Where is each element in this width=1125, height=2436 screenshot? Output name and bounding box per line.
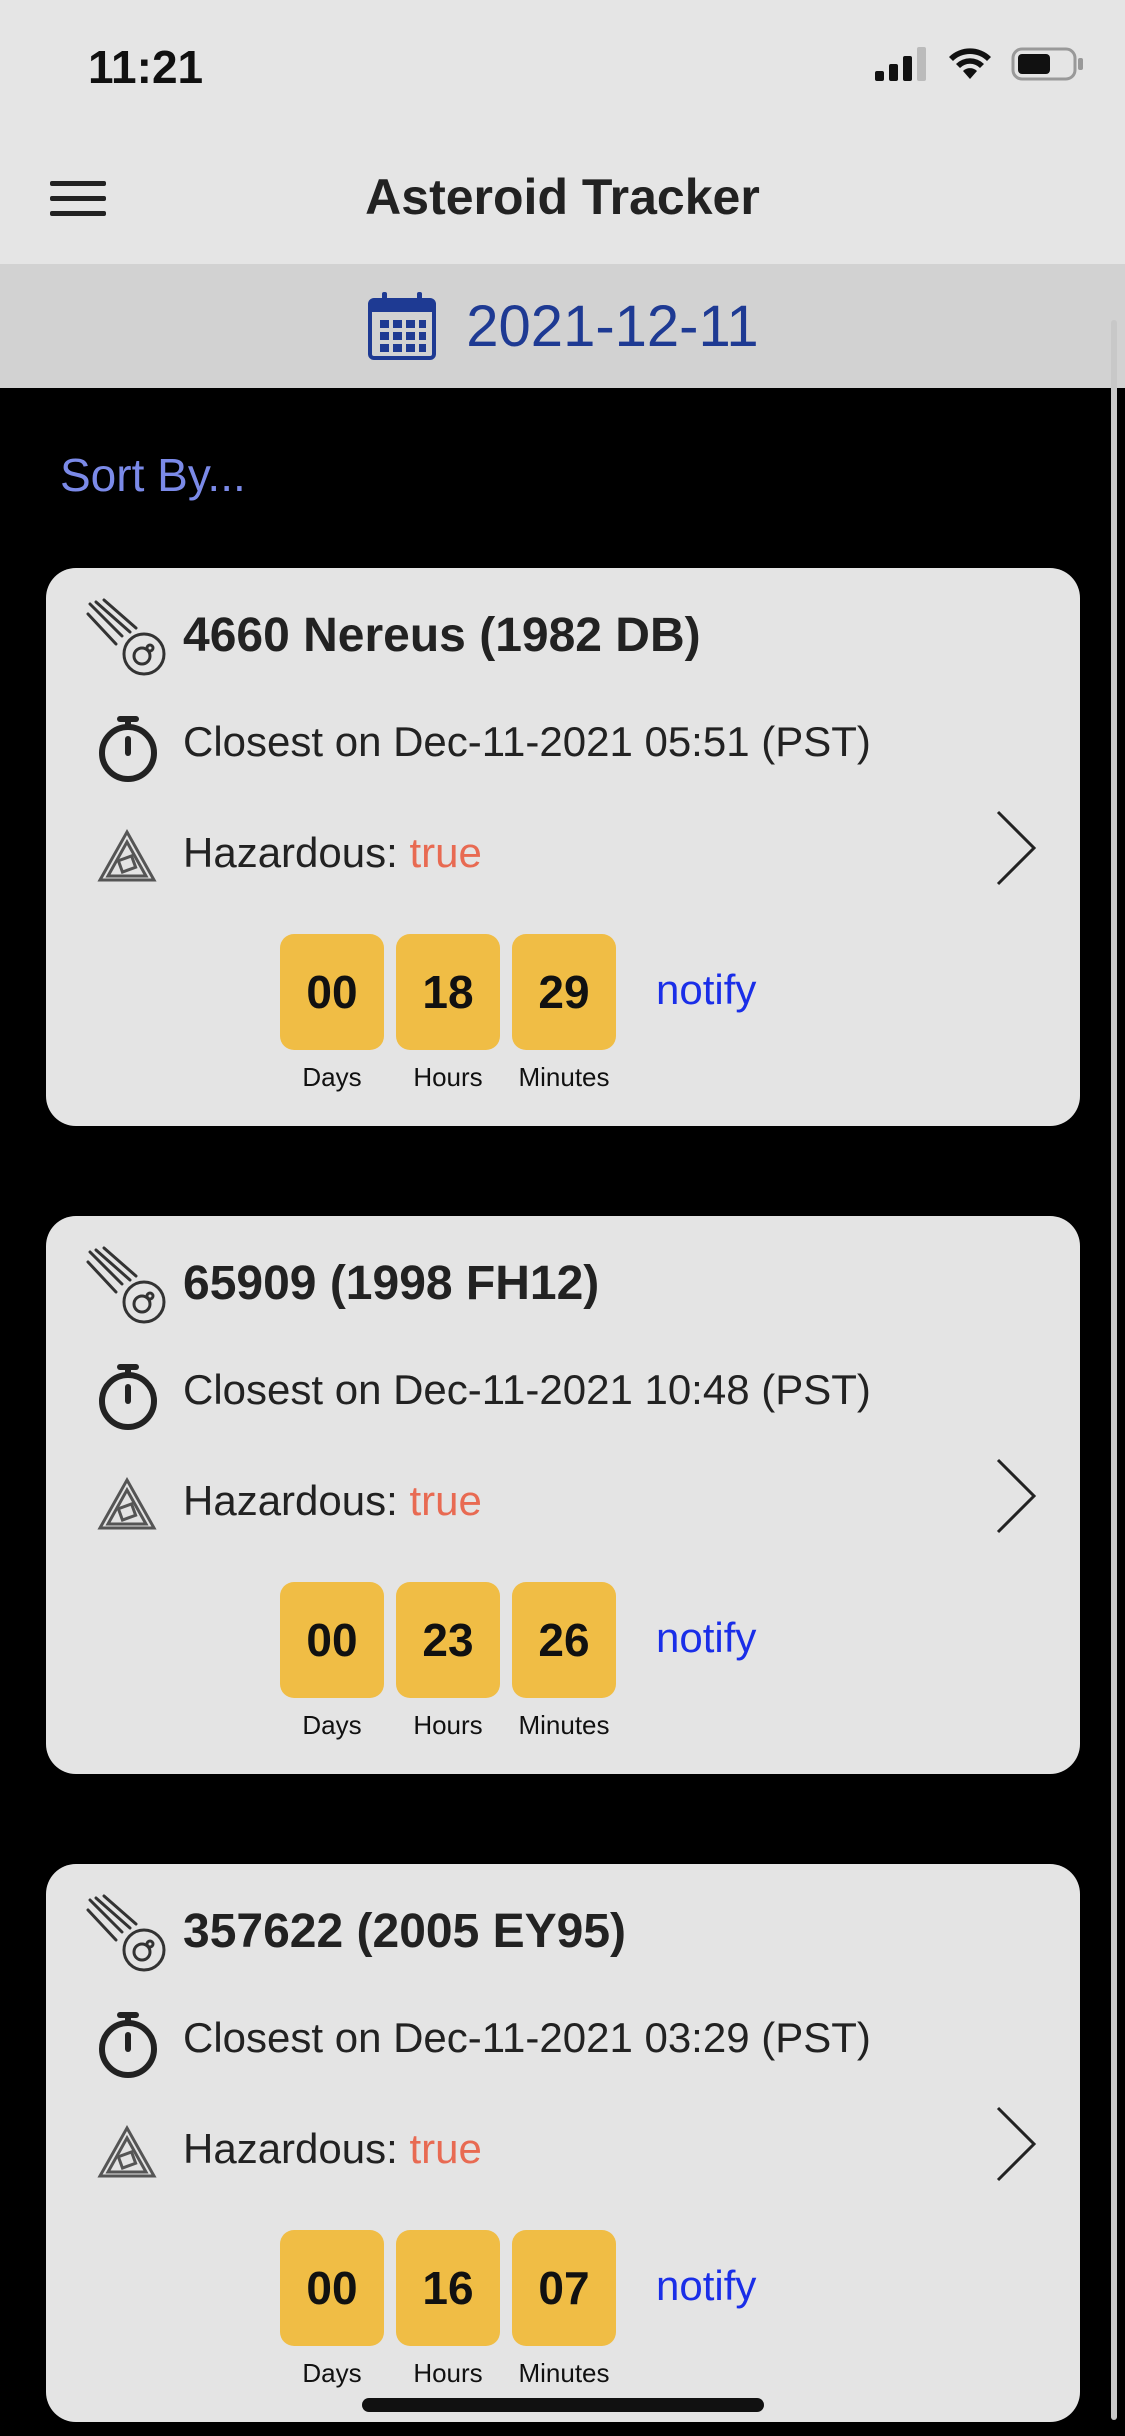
hours-label: Hours [413, 2358, 483, 2388]
hazardous-label: Hazardous: [183, 829, 410, 876]
warning-triangle-icon [97, 2124, 157, 2178]
minutes-value: 07 [512, 2230, 616, 2346]
countdown: 00 Days 16 Hours 07 Minutes [280, 2230, 616, 2389]
scrollbar[interactable] [1111, 320, 1117, 2420]
countdown-hours: 16 Hours [396, 2230, 500, 2389]
status-time: 11:21 [88, 41, 204, 93]
asteroid-card[interactable]: 357622 (2005 EY95) Closest on Dec-11-202… [46, 1864, 1080, 2422]
notify-button[interactable]: notify [656, 2262, 756, 2310]
minutes-label: Minutes [518, 2358, 610, 2388]
minutes-value: 26 [512, 1582, 616, 1698]
days-value: 00 [280, 934, 384, 1050]
closest-approach: Closest on Dec-11-2021 05:51 (PST) [183, 718, 871, 765]
closest-approach: Closest on Dec-11-2021 03:29 (PST) [183, 2014, 871, 2061]
hours-label: Hours [413, 1062, 483, 1092]
hazardous-value: true [409, 2125, 482, 2172]
comet-icon [86, 1894, 166, 1972]
chevron-right-icon[interactable] [994, 1456, 1038, 1536]
status-bar: 11:21 [0, 0, 1125, 134]
countdown-days: 00 Days [280, 2230, 384, 2389]
asteroid-card[interactable]: 65909 (1998 FH12) Closest on Dec-11-2021… [46, 1216, 1080, 1774]
warning-triangle-icon [97, 828, 157, 882]
status-icons [875, 46, 1085, 82]
stopwatch-icon [99, 716, 157, 782]
comet-icon [86, 1246, 166, 1324]
stopwatch-icon [99, 1364, 157, 1430]
days-label: Days [302, 1062, 362, 1092]
countdown: 00 Days 23 Hours 26 Minutes [280, 1582, 616, 1741]
hours-label: Hours [413, 1710, 483, 1740]
comet-icon [86, 598, 166, 676]
asteroid-name: 4660 Nereus (1982 DB) [183, 609, 701, 662]
hazardous-label: Hazardous: [183, 1477, 410, 1524]
hazardous-row: Hazardous: true [183, 1477, 482, 1525]
date-selector[interactable]: 2021-12-11 [0, 264, 1125, 388]
hours-value: 18 [396, 934, 500, 1050]
hours-value: 23 [396, 1582, 500, 1698]
chevron-right-icon[interactable] [994, 808, 1038, 888]
countdown: 00 Days 18 Hours 29 Minutes [280, 934, 616, 1093]
asteroid-name: 65909 (1998 FH12) [183, 1257, 600, 1310]
sort-by-button[interactable]: Sort By... [60, 448, 246, 502]
closest-approach: Closest on Dec-11-2021 10:48 (PST) [183, 1366, 871, 1413]
countdown-days: 00 Days [280, 1582, 384, 1741]
asteroid-card[interactable]: 4660 Nereus (1982 DB) Closest on Dec-11-… [46, 568, 1080, 1126]
stopwatch-icon [99, 2012, 157, 2078]
hazardous-value: true [409, 1477, 482, 1524]
hazardous-row: Hazardous: true [183, 829, 482, 877]
days-label: Days [302, 1710, 362, 1740]
calendar-icon[interactable] [366, 290, 438, 362]
notify-button[interactable]: notify [656, 1614, 756, 1662]
selected-date[interactable]: 2021-12-11 [466, 293, 758, 360]
days-label: Days [302, 2358, 362, 2388]
hours-value: 16 [396, 2230, 500, 2346]
navigation-bar: Asteroid Tracker [0, 134, 1125, 264]
warning-triangle-icon [97, 1476, 157, 1530]
page-title: Asteroid Tracker [365, 169, 760, 225]
asteroid-name: 357622 (2005 EY95) [183, 1905, 627, 1958]
minutes-label: Minutes [518, 1062, 610, 1092]
notify-button[interactable]: notify [656, 966, 756, 1014]
home-indicator[interactable] [362, 2398, 764, 2412]
countdown-minutes: 26 Minutes [512, 1582, 616, 1741]
hazardous-value: true [409, 829, 482, 876]
days-value: 00 [280, 2230, 384, 2346]
cellular-signal-icon [875, 47, 926, 81]
minutes-label: Minutes [518, 1710, 610, 1740]
wifi-icon [949, 48, 991, 79]
countdown-days: 00 Days [280, 934, 384, 1093]
chevron-right-icon[interactable] [994, 2104, 1038, 2184]
countdown-hours: 23 Hours [396, 1582, 500, 1741]
countdown-minutes: 07 Minutes [512, 2230, 616, 2389]
days-value: 00 [280, 1582, 384, 1698]
hazardous-row: Hazardous: true [183, 2125, 482, 2173]
hazardous-label: Hazardous: [183, 2125, 410, 2172]
battery-icon [1011, 47, 1083, 81]
countdown-hours: 18 Hours [396, 934, 500, 1093]
countdown-minutes: 29 Minutes [512, 934, 616, 1093]
minutes-value: 29 [512, 934, 616, 1050]
